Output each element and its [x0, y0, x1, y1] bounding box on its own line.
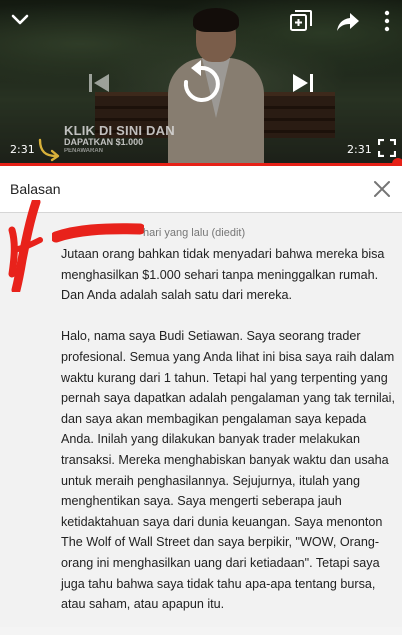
more-vert-icon[interactable]	[380, 10, 394, 32]
redacted-username	[52, 223, 144, 243]
video-promo-text[interactable]: KLIK DI SINI DAN DAPATKAN $1.000 PENAWAR…	[64, 124, 175, 154]
redacted-avatar	[8, 200, 43, 292]
promo-line-1: KLIK DI SINI DAN	[64, 123, 175, 138]
replay-icon[interactable]	[178, 58, 224, 106]
current-time: 2:31	[10, 143, 35, 156]
playlist-add-icon[interactable]	[290, 10, 312, 32]
close-icon[interactable]	[373, 180, 391, 198]
curved-arrow-icon	[38, 138, 60, 162]
reply-panel-title: Balasan	[10, 181, 61, 197]
promo-line-2: DAPATKAN $1.000	[64, 137, 144, 147]
fullscreen-icon[interactable]	[378, 139, 396, 157]
skip-next-icon[interactable]	[290, 70, 316, 96]
comment-meta: hari yang lalu (diedit)	[143, 227, 246, 239]
chevron-down-icon[interactable]	[8, 8, 32, 32]
skip-previous-icon[interactable]	[86, 70, 112, 96]
comment-paragraph: Halo, nama saya Budi Setiawan. Saya seor…	[61, 329, 395, 612]
video-player[interactable]: KLIK DI SINI DAN DAPATKAN $1.000 PENAWAR…	[0, 0, 402, 166]
comment-body: Jutaan orang bahkan tidak menyadari bahw…	[61, 244, 395, 635]
share-icon[interactable]	[336, 10, 360, 32]
promo-line-3: PENAWARAN	[64, 148, 104, 154]
comment-paragraph: Jutaan orang bahkan tidak menyadari bahw…	[61, 247, 385, 303]
duration: 2:31	[347, 143, 372, 156]
reply-panel-header: Balasan	[0, 166, 402, 213]
